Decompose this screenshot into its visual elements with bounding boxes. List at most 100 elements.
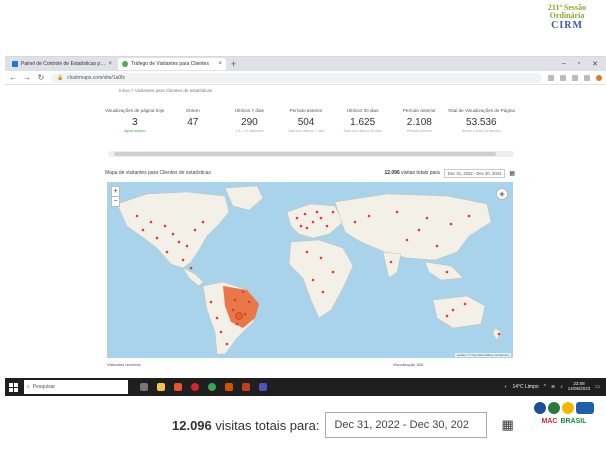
visitor-dot[interactable]: [247, 300, 251, 304]
windows-start-icon[interactable]: [9, 382, 18, 392]
visitor-dot[interactable]: [189, 266, 193, 270]
zoom-out-icon[interactable]: −: [112, 196, 119, 206]
maximize-icon[interactable]: ▫: [578, 60, 580, 68]
chrome-icon[interactable]: [208, 383, 216, 391]
taskbar-search-box[interactable]: ⌕ Pesquisar: [24, 380, 128, 394]
visitor-dot[interactable]: [417, 228, 421, 232]
visitor-dot[interactable]: [449, 222, 453, 226]
close-window-icon[interactable]: ✕: [592, 60, 598, 68]
tray-chevron-icon[interactable]: ^: [544, 384, 546, 390]
visitor-dot[interactable]: [241, 290, 245, 294]
visitor-dot[interactable]: [201, 220, 205, 224]
visitor-dot[interactable]: [303, 212, 307, 216]
powerpoint-icon[interactable]: [242, 383, 250, 391]
visitor-dot[interactable]: [243, 312, 247, 316]
visitor-dot[interactable]: [311, 220, 315, 224]
recent-visitors-link[interactable]: Visitantes recentes: [107, 362, 141, 367]
world-map[interactable]: + − ◈ Leaflet | © OpenStreetMap contribu…: [107, 182, 513, 358]
reload-icon[interactable]: ↻: [37, 73, 45, 82]
profile-icon[interactable]: [596, 74, 602, 81]
visitor-dot[interactable]: [305, 250, 309, 254]
visitor-dot[interactable]: [331, 210, 335, 214]
visitor-dot[interactable]: [233, 298, 237, 302]
notifications-icon[interactable]: ▭: [595, 384, 600, 390]
office-icon[interactable]: [174, 383, 182, 391]
visitor-dot[interactable]: [185, 244, 189, 248]
visitor-dot[interactable]: [215, 316, 219, 320]
visitor-dot[interactable]: [231, 308, 235, 312]
visitor-dot[interactable]: [463, 302, 467, 306]
date-range-picker[interactable]: Dec 31, 2022 - Dec 30, 2023: [443, 168, 506, 178]
visitor-dot[interactable]: [435, 244, 439, 248]
visitor-dot[interactable]: [315, 210, 319, 214]
visitor-dot[interactable]: [445, 314, 449, 318]
visitor-dot[interactable]: [135, 214, 139, 218]
visitor-dot[interactable]: [165, 250, 169, 254]
close-tab-icon[interactable]: ×: [108, 61, 112, 67]
wifi-icon[interactable]: ≋: [551, 384, 555, 390]
task-view-icon[interactable]: [140, 383, 148, 391]
extension-icon[interactable]: [548, 74, 554, 81]
zoom-in-icon[interactable]: +: [112, 187, 119, 196]
extension-icon[interactable]: [584, 74, 590, 81]
caption-date-range-field[interactable]: Dec 31, 2022 - Dec 30, 202: [325, 412, 488, 438]
teams-icon[interactable]: [259, 383, 267, 391]
close-tab-icon[interactable]: ×: [218, 61, 222, 67]
lock-icon: 🔒: [57, 74, 64, 81]
forward-arrow-icon[interactable]: →: [23, 73, 31, 82]
visitor-dot[interactable]: [451, 308, 455, 312]
scrollbar-thumb[interactable]: [114, 152, 496, 156]
extension-icon[interactable]: [572, 74, 578, 81]
tab-visitor-traffic[interactable]: Tráfego de Visitantes para Clientes ×: [118, 58, 226, 70]
visitor-dot[interactable]: [367, 214, 371, 218]
new-tab-icon[interactable]: +: [231, 59, 236, 69]
horizontal-scrollbar[interactable]: [108, 151, 514, 157]
visitor-dot[interactable]: [141, 228, 145, 232]
visitor-dot[interactable]: [405, 238, 409, 242]
visitor-dot[interactable]: [163, 224, 167, 228]
volume-icon[interactable]: ♪: [560, 384, 563, 390]
visitor-dot[interactable]: [149, 220, 153, 224]
visitor-dot[interactable]: [235, 322, 239, 326]
visitor-dot[interactable]: [497, 332, 501, 336]
file-explorer-icon[interactable]: [157, 383, 165, 391]
visitor-dot[interactable]: [219, 330, 223, 334]
visitor-dot[interactable]: [467, 214, 471, 218]
visitor-dot[interactable]: [171, 232, 175, 236]
layers-icon[interactable]: ◈: [496, 188, 508, 200]
visitor-dot[interactable]: [155, 236, 159, 240]
map-view-option[interactable]: Visualização 365: [393, 362, 423, 367]
stat-label: Últimos 7 dias: [234, 108, 264, 113]
minimize-icon[interactable]: –: [562, 60, 566, 68]
visitor-dot[interactable]: [389, 260, 393, 264]
url-field[interactable]: 🔒 clustrmaps.com/site/1a0fx: [51, 72, 542, 83]
calendar-icon[interactable]: ▦: [509, 170, 515, 177]
tab-stats-panel[interactable]: Painel de Controle de Estatísticas para …: [8, 58, 116, 70]
stat-label: Últimos 30 dias: [346, 108, 379, 113]
opera-icon[interactable]: [191, 383, 199, 391]
caption-calendar-icon[interactable]: ▦: [501, 417, 513, 433]
visitor-dot[interactable]: [321, 290, 325, 294]
visitor-dot[interactable]: [295, 216, 299, 220]
visitor-dot[interactable]: [319, 256, 323, 260]
visitor-dot[interactable]: [311, 278, 315, 282]
weather-text[interactable]: 14°C Limpo: [512, 384, 538, 390]
visitor-dot[interactable]: [181, 258, 185, 262]
visitor-dot[interactable]: [209, 300, 213, 304]
visitor-dot[interactable]: [193, 228, 197, 232]
visitor-dot[interactable]: [225, 342, 229, 346]
visitor-dot[interactable]: [319, 216, 323, 220]
app-icon[interactable]: [225, 383, 233, 391]
back-arrow-icon[interactable]: ←: [9, 73, 17, 82]
visitor-dot[interactable]: [331, 270, 335, 274]
visitor-dot[interactable]: [299, 224, 303, 228]
visitor-dot[interactable]: [325, 224, 329, 228]
visitor-dot[interactable]: [395, 210, 399, 214]
taskbar-clock[interactable]: 23:08 14/06/2023: [568, 381, 591, 392]
visitor-dot[interactable]: [177, 240, 181, 244]
visitor-dot[interactable]: [305, 226, 309, 230]
visitor-dot[interactable]: [445, 270, 449, 274]
visitor-dot[interactable]: [353, 220, 357, 224]
extension-icon[interactable]: [560, 74, 566, 81]
visitor-dot[interactable]: [425, 216, 429, 220]
